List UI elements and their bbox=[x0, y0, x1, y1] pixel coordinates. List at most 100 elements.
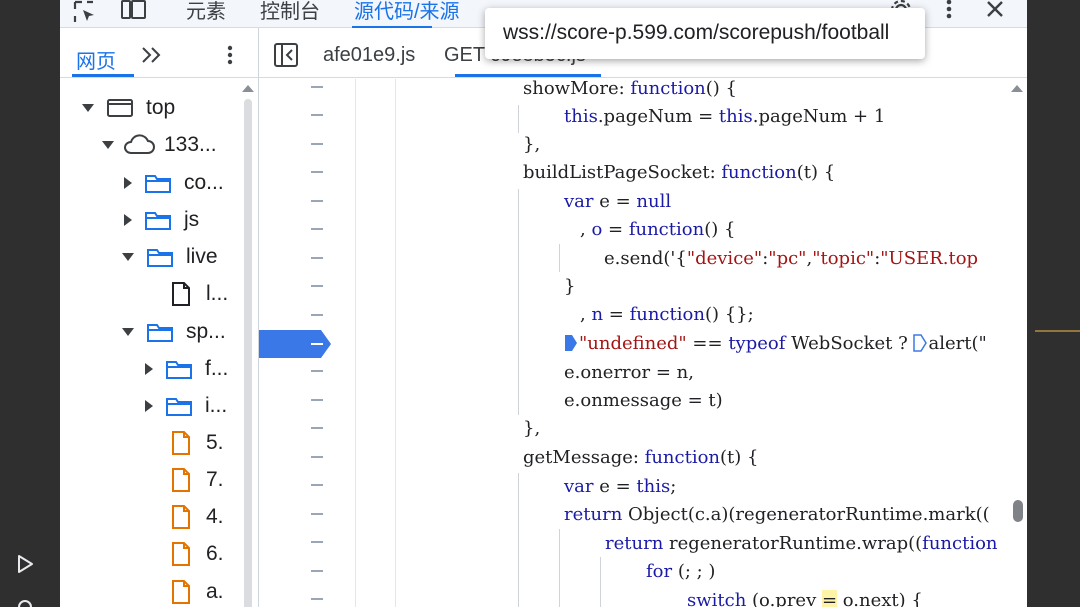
code-line[interactable]: } bbox=[564, 273, 575, 301]
folder-icon bbox=[147, 249, 173, 267]
code-line[interactable]: buildListPageSocket: function(t) { bbox=[523, 159, 835, 187]
code-line[interactable]: e.onerror = n, bbox=[564, 359, 694, 387]
expand-arrow-icon[interactable] bbox=[82, 104, 94, 112]
code-token: n bbox=[591, 304, 604, 325]
breakpoint-marker[interactable] bbox=[259, 330, 331, 358]
code-line[interactable]: }, bbox=[523, 415, 540, 443]
settings-icon[interactable] bbox=[14, 596, 36, 607]
code-line[interactable]: var e = this; bbox=[564, 473, 676, 501]
tab-page[interactable]: 网页 bbox=[76, 45, 116, 74]
scroll-up-arrow-icon[interactable] bbox=[1011, 85, 1023, 92]
tab-console[interactable]: 控制台 bbox=[260, 0, 320, 24]
tree-item-label: sp... bbox=[186, 320, 226, 343]
code-lines[interactable]: showMore: function() { this.pageNum = th… bbox=[355, 79, 1027, 607]
gutter-line-marker[interactable] bbox=[311, 228, 323, 230]
tree-item-folder-co[interactable]: co... bbox=[124, 168, 224, 198]
expand-arrow-icon[interactable] bbox=[122, 253, 134, 261]
gutter-line-marker[interactable] bbox=[311, 456, 323, 458]
file-tab-afe01e9[interactable]: afe01e9.js bbox=[323, 44, 415, 67]
collapse-arrow-icon[interactable] bbox=[145, 400, 153, 412]
navigator-scrollbar[interactable] bbox=[244, 99, 252, 607]
code-line[interactable]: return regeneratorRuntime.wrap((function bbox=[605, 530, 998, 558]
code-line[interactable]: , n = function() {}; bbox=[580, 301, 754, 329]
line-gutter[interactable] bbox=[259, 79, 396, 607]
code-line[interactable]: var e = null bbox=[564, 188, 671, 216]
code-line[interactable]: for (; ; ) bbox=[646, 558, 715, 586]
gutter-line-marker[interactable] bbox=[311, 257, 323, 259]
tab-elements[interactable]: 元素 bbox=[186, 0, 226, 24]
close-icon[interactable] bbox=[980, 0, 1010, 26]
code-token: this bbox=[564, 106, 598, 127]
gutter-line-marker[interactable] bbox=[311, 370, 323, 372]
code-token: : bbox=[618, 79, 631, 99]
active-file-indicator bbox=[455, 74, 601, 77]
tree-item-folder-f[interactable]: f... bbox=[145, 354, 228, 384]
tree-item-folder-sp[interactable]: sp... bbox=[122, 317, 226, 347]
code-line[interactable]: }, bbox=[523, 131, 540, 159]
code-line[interactable]: return Object(c.a)(regeneratorRuntime.ma… bbox=[564, 501, 990, 529]
tree-item-js-5[interactable]: 5. bbox=[170, 428, 224, 458]
editor-scrollbar-thumb[interactable] bbox=[1013, 500, 1023, 522]
gutter-line-marker[interactable] bbox=[311, 598, 323, 600]
code-line[interactable]: showMore: function() { bbox=[523, 79, 737, 103]
tree-item-domain[interactable]: 133... bbox=[102, 130, 217, 160]
indent-guide bbox=[518, 189, 519, 415]
tab-sources[interactable]: 源代码/来源 bbox=[354, 0, 460, 24]
tree-item-file-l[interactable]: l... bbox=[170, 279, 228, 309]
inline-breakpoint-icon[interactable] bbox=[564, 334, 578, 352]
inspect-element-icon[interactable] bbox=[70, 0, 100, 26]
tree-item-folder-js[interactable]: js bbox=[124, 205, 199, 235]
more-tabs-icon[interactable] bbox=[140, 42, 164, 68]
gutter-line-marker[interactable] bbox=[311, 86, 323, 88]
gutter-line-marker[interactable] bbox=[311, 484, 323, 486]
gutter-line-marker[interactable] bbox=[311, 570, 323, 572]
gutter-line-marker[interactable] bbox=[311, 114, 323, 116]
code-line[interactable]: this.pageNum = this.pageNum + 1 bbox=[564, 103, 885, 131]
code-line[interactable]: "undefined" == typeof WebSocket ? alert(… bbox=[564, 330, 987, 358]
inline-breakpoint-icon[interactable] bbox=[913, 334, 928, 352]
device-toolbar-icon[interactable] bbox=[118, 0, 148, 26]
code-token: (; ; ) bbox=[672, 561, 716, 582]
collapse-arrow-icon[interactable] bbox=[145, 363, 153, 375]
tree-item-js-6[interactable]: 6. bbox=[170, 539, 224, 569]
gutter-line-marker[interactable] bbox=[311, 143, 323, 145]
gutter-line-marker[interactable] bbox=[311, 399, 323, 401]
gutter-line-marker[interactable] bbox=[311, 427, 323, 429]
expand-arrow-icon[interactable] bbox=[102, 141, 114, 149]
collapse-arrow-icon[interactable] bbox=[124, 214, 132, 226]
code-token: var bbox=[564, 476, 594, 497]
tree-item-folder-i[interactable]: i... bbox=[145, 391, 227, 421]
gutter-line-marker[interactable] bbox=[311, 171, 323, 173]
tree-item-top[interactable]: top bbox=[82, 93, 175, 123]
js-file-icon bbox=[172, 468, 190, 492]
more-options-icon[interactable] bbox=[934, 0, 964, 26]
code-line[interactable]: , o = function() { bbox=[580, 216, 735, 244]
play-icon[interactable] bbox=[14, 553, 36, 575]
gutter-line-marker[interactable] bbox=[311, 541, 323, 543]
code-line[interactable]: switch (o.prev = o.next) { bbox=[687, 587, 923, 607]
navigator-menu-icon[interactable] bbox=[220, 42, 240, 68]
code-line[interactable]: e.onmessage = t) bbox=[564, 387, 723, 415]
code-token: return bbox=[564, 504, 623, 525]
tree-item-js-7[interactable]: 7. bbox=[170, 465, 224, 495]
indent-guide bbox=[600, 557, 601, 607]
tree-item-js-4[interactable]: 4. bbox=[170, 502, 224, 532]
code-editor[interactable]: showMore: function() { this.pageNum = th… bbox=[259, 79, 1027, 607]
gutter-line-marker[interactable] bbox=[311, 285, 323, 287]
tree-item-label: 5. bbox=[206, 431, 224, 454]
code-token: return bbox=[605, 533, 664, 554]
scroll-up-arrow-icon[interactable] bbox=[242, 85, 254, 92]
code-token: ; bbox=[670, 476, 677, 497]
tree-item-folder-live[interactable]: live bbox=[122, 242, 218, 272]
code-line[interactable]: getMessage: function(t) { bbox=[523, 444, 758, 472]
gutter-line-marker[interactable] bbox=[311, 200, 323, 202]
gutter-line-marker[interactable] bbox=[311, 314, 323, 316]
code-token: function bbox=[922, 533, 998, 554]
expand-arrow-icon[interactable] bbox=[122, 328, 134, 336]
tree-item-js-a[interactable]: a. bbox=[170, 577, 224, 607]
tree-item-label: a. bbox=[206, 580, 224, 603]
gutter-line-marker[interactable] bbox=[311, 513, 323, 515]
code-line[interactable]: e.send('{"device":"pc","topic":"USER.top bbox=[604, 245, 978, 273]
collapse-arrow-icon[interactable] bbox=[124, 177, 132, 189]
toggle-navigator-icon[interactable] bbox=[273, 42, 299, 68]
